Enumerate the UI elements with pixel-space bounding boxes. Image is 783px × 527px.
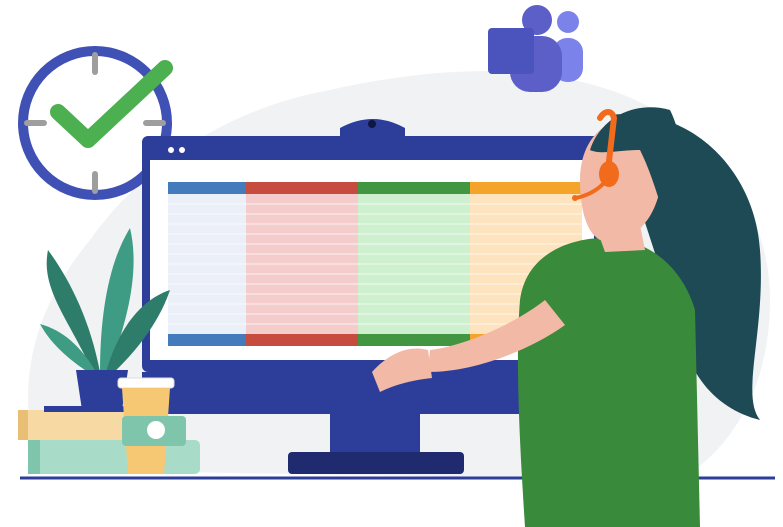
support-illustration [18, 5, 775, 527]
webcam-icon [368, 120, 376, 128]
